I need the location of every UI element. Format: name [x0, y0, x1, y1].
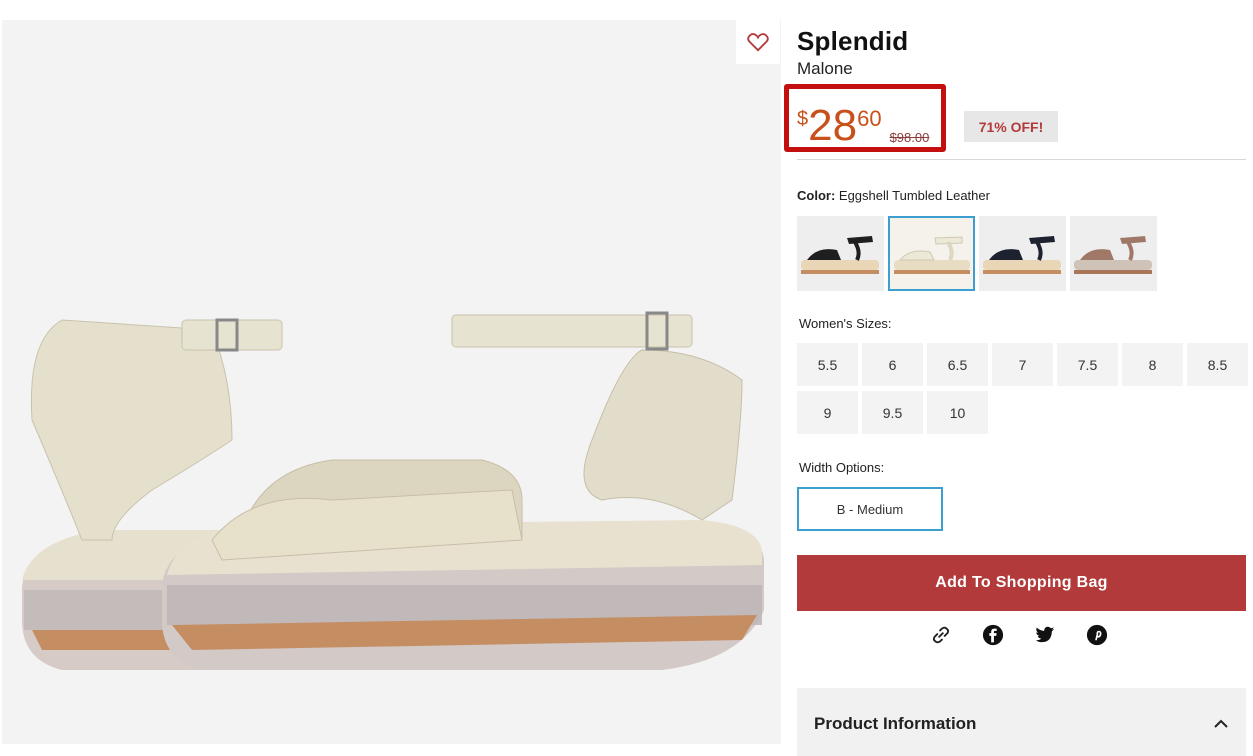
price-currency: $	[797, 108, 809, 130]
swatch-black-leather[interactable]	[797, 216, 884, 291]
sandal-thumbnail	[894, 236, 970, 274]
product-details: Splendid Malone $ 28 60 $98.00 71% OFF! …	[784, 26, 1248, 756]
sandal-thumbnail	[1074, 236, 1152, 274]
swatch-rose-gold[interactable]	[1070, 216, 1157, 291]
model-name: Malone	[797, 59, 853, 78]
pinterest-icon[interactable]	[1086, 624, 1108, 646]
color-selection-label: Color: Eggshell Tumbled Leather	[797, 188, 990, 203]
size-option[interactable]: 9	[797, 391, 858, 434]
size-option[interactable]: 10	[927, 391, 988, 434]
width-label: Width Options:	[799, 460, 885, 475]
share-icons	[930, 624, 1108, 646]
sandal-thumbnail	[983, 236, 1061, 274]
size-option[interactable]: 6.5	[927, 343, 988, 386]
swatch-eggshell-tumbled-leather[interactable]	[888, 216, 975, 291]
heart-icon	[747, 33, 769, 52]
sandal-illustration	[22, 311, 764, 670]
add-to-bag-button[interactable]: Add To Shopping Bag	[797, 555, 1246, 611]
color-label: Color:	[797, 188, 836, 203]
swatch-navy-leather[interactable]	[979, 216, 1066, 291]
size-option[interactable]: 8	[1122, 343, 1183, 386]
color-value: Eggshell Tumbled Leather	[838, 188, 990, 203]
sandal-thumbnail	[801, 236, 879, 274]
price: $ 28 60 $98.00	[797, 104, 929, 148]
size-option[interactable]: 7.5	[1057, 343, 1118, 386]
product-image[interactable]	[2, 20, 781, 744]
twitter-icon[interactable]	[1034, 624, 1056, 646]
price-cents: 60	[857, 106, 882, 131]
link-icon[interactable]	[930, 624, 952, 646]
favorite-button[interactable]	[736, 20, 780, 64]
discount-badge: 71% OFF!	[964, 111, 1058, 142]
brand-name[interactable]: Splendid	[797, 26, 1246, 57]
size-option[interactable]: 9.5	[862, 391, 923, 434]
size-options: 5.5 6 6.5 7 7.5 8 8.5 9 9.5 10	[797, 343, 1249, 434]
size-option[interactable]: 6	[862, 343, 923, 386]
product-information-accordion[interactable]: Product Information	[797, 688, 1246, 756]
accordion-title: Product Information	[814, 714, 977, 733]
width-option-b-medium[interactable]: B - Medium	[797, 487, 943, 531]
divider	[797, 159, 1246, 160]
size-option[interactable]: 5.5	[797, 343, 858, 386]
color-swatches	[797, 216, 1157, 291]
size-option[interactable]: 8.5	[1187, 343, 1248, 386]
chevron-up-icon	[1214, 716, 1228, 734]
sizes-label: Women's Sizes:	[799, 316, 892, 331]
price-dollars: 28	[808, 101, 858, 150]
original-price: $98.00	[889, 130, 930, 145]
size-option[interactable]: 7	[992, 343, 1053, 386]
facebook-icon[interactable]	[982, 624, 1004, 646]
